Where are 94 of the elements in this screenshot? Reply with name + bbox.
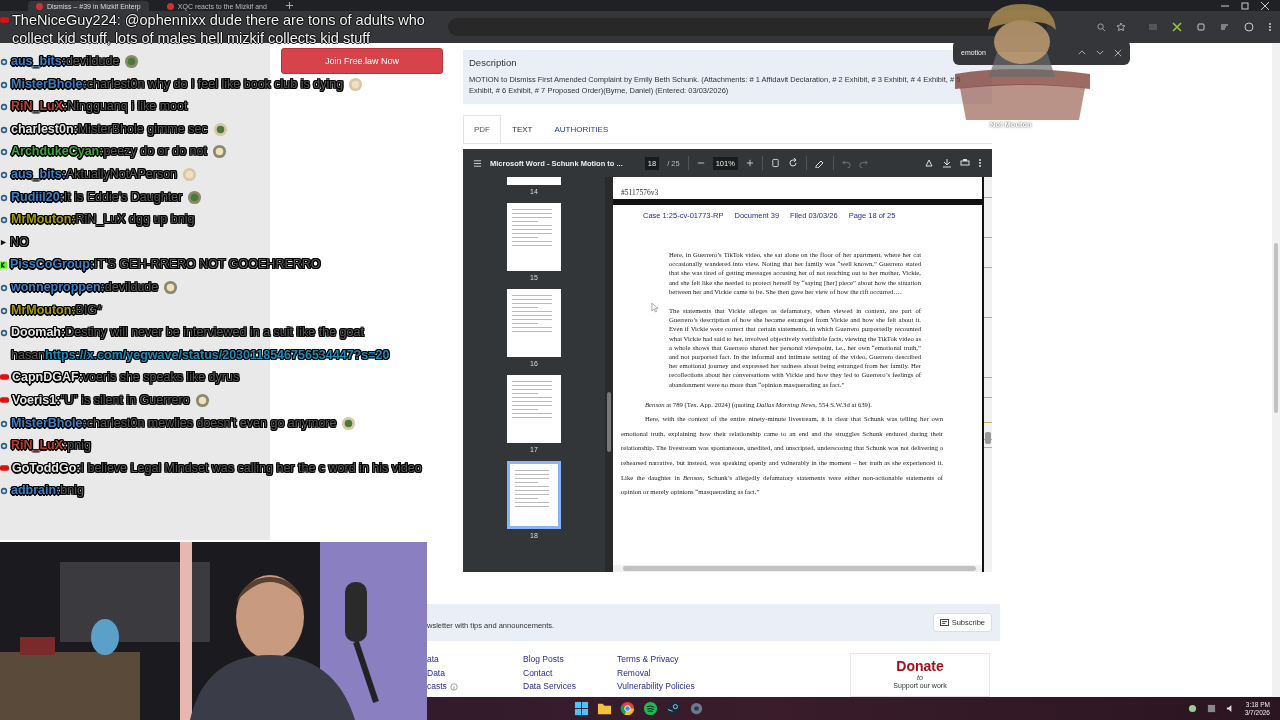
platform-badge-icon	[0, 329, 8, 338]
tab[interactable]: TEXT	[501, 115, 544, 143]
footer-link[interactable]: ata	[427, 653, 439, 667]
zoom-in-icon[interactable]	[745, 159, 754, 167]
footer-link[interactable]: Vulnerability Policies	[617, 680, 695, 694]
more-icon[interactable]	[978, 158, 982, 168]
page-thumbnail[interactable]	[507, 177, 561, 185]
youtube-badge-icon	[0, 374, 9, 381]
menu-icon[interactable]	[473, 158, 482, 168]
chat-message: RiN_LuX:Ningguanq i like moot	[11, 98, 188, 116]
description-heading: Description	[469, 57, 518, 68]
youtube-badge-icon	[0, 17, 9, 23]
fit-page-icon[interactable]	[770, 158, 780, 168]
chat-message: charlest0n:MisterBhole gimme sec	[11, 120, 208, 138]
chat-message: PissCoGroup:IT'S GEH-RRERO NOT GOOEHRERRO	[10, 256, 321, 274]
rotate-icon[interactable]	[787, 158, 798, 168]
address-bar[interactable]	[448, 18, 1047, 36]
zoom-out-icon[interactable]	[696, 159, 705, 167]
footer-link[interactable]: Terms & Privacy	[617, 653, 679, 667]
platform-badge-icon	[0, 442, 8, 451]
tab[interactable]: AUTHORITIES	[543, 115, 620, 143]
platform-badge-icon	[0, 125, 8, 134]
join-button[interactable]: Join Free.law Now	[281, 48, 443, 74]
page-scrollbar[interactable]	[1272, 43, 1280, 697]
platform-badge-icon	[0, 306, 8, 315]
vertical-scrollbar[interactable]	[982, 177, 992, 572]
settings-icon[interactable]	[689, 701, 704, 716]
footer-link[interactable]: Blog Posts	[523, 653, 564, 667]
page-thumbnail[interactable]	[507, 203, 561, 271]
start-icon[interactable]	[574, 701, 589, 716]
tab[interactable]: PDF	[463, 115, 501, 143]
chat-message: Voeris1:“U” is silent in Guerrero	[12, 391, 190, 409]
platform-badge-icon	[0, 170, 8, 179]
chat-message: wonneproppen:devildude	[11, 278, 159, 296]
sidebar-scrollbar[interactable]	[605, 177, 613, 572]
folder-icon[interactable]	[597, 701, 612, 716]
platform-badge-icon	[0, 487, 8, 496]
bookmark-star-icon[interactable]	[1116, 22, 1126, 32]
restore-icon[interactable]	[1240, 0, 1250, 11]
media-icon[interactable]	[1220, 22, 1230, 32]
chat-message: GoToddGo:I believe Legal Mindset was calling her the c word in his video	[12, 459, 422, 477]
platform-badge-icon	[0, 419, 8, 428]
chat-message: aus_bits:devildude	[11, 53, 120, 70]
game-app-icon[interactable]	[666, 701, 681, 716]
previous-icon[interactable]	[1078, 50, 1086, 55]
more-icon[interactable]	[1268, 22, 1272, 32]
footer-link[interactable]: Removal	[617, 666, 651, 680]
chat-message: adbrain:bnig	[11, 482, 84, 500]
chat-message: aus_bits:AktuallyNotAPerson	[11, 165, 178, 183]
platform-badge-icon	[0, 216, 8, 225]
close-icon[interactable]	[1260, 0, 1270, 11]
page-thumbnail[interactable]	[507, 289, 561, 357]
chat-message: MisterBhole:charlest0n why do I feel like book club is dying	[11, 75, 344, 93]
chat-message: MrMouton:BIG*	[11, 301, 102, 319]
youtube-badge-icon	[0, 464, 9, 471]
page-thumbnail[interactable]	[507, 461, 561, 529]
page-thumbnail[interactable]	[507, 375, 561, 443]
chat-message: CapnDGAF:voeris she speaks like dyrus	[12, 369, 240, 388]
arrow-badge-icon	[0, 238, 7, 246]
next-icon[interactable]	[1096, 50, 1104, 55]
close-icon[interactable]	[1114, 48, 1122, 57]
footer-link[interactable]: Contact	[523, 666, 553, 680]
mail-icon	[939, 619, 949, 626]
platform-badge-icon	[0, 283, 8, 292]
platform-badge-icon	[0, 193, 8, 202]
download-icon[interactable]	[942, 158, 952, 168]
platform-badge-icon	[0, 58, 8, 66]
chat-message: TheNiceGuy224: @ophennixx dude there are tons of adults who collect kid stuff, lots of males hell mizkif collects kid stuff	[12, 11, 426, 47]
music-app-icon[interactable]	[643, 701, 658, 716]
youtube-badge-icon	[0, 396, 9, 403]
chat-message: MisterBhole:charlest0n mewlies doesn't even go anymore	[11, 414, 337, 432]
platform-badge-icon	[0, 103, 8, 112]
platform-badge-icon	[0, 80, 8, 89]
print-icon[interactable]	[960, 158, 970, 168]
footer-link[interactable]: casts	[427, 680, 447, 694]
footer-link[interactable]: Data	[427, 666, 445, 680]
chat-message: NO	[10, 233, 29, 251]
chat-message: ArchdukeCyan:peezy do or do not	[11, 143, 207, 161]
extension-icon[interactable]	[1172, 22, 1182, 32]
chat-message: Doomah:Destiny will never be interviewed in a suit like the goat hasanhttps://x.com/yegwave/status/2030118546756534447?s=20	[11, 324, 391, 364]
draw-icon[interactable]	[814, 158, 825, 168]
chat-message: MrMouton:RiN_LuX dgg up bnig	[11, 211, 195, 229]
cursor-icon	[651, 302, 658, 313]
browser-icon[interactable]	[620, 701, 635, 716]
chat-message: RiN_LuX:pnig	[11, 437, 91, 455]
new-tab-icon[interactable]	[284, 1, 294, 10]
zoom-icon[interactable]	[1097, 22, 1106, 32]
platform-badge-icon	[0, 148, 8, 157]
footer-link[interactable]: Data Services	[523, 680, 576, 694]
chat-message: Rudiil20:It is Eddie's Daughter	[11, 188, 183, 206]
donate-title: Donate	[896, 658, 944, 674]
kick-badge-icon	[0, 261, 7, 270]
horizontal-scrollbar[interactable]	[613, 565, 982, 572]
profile-icon[interactable]	[1244, 22, 1254, 32]
